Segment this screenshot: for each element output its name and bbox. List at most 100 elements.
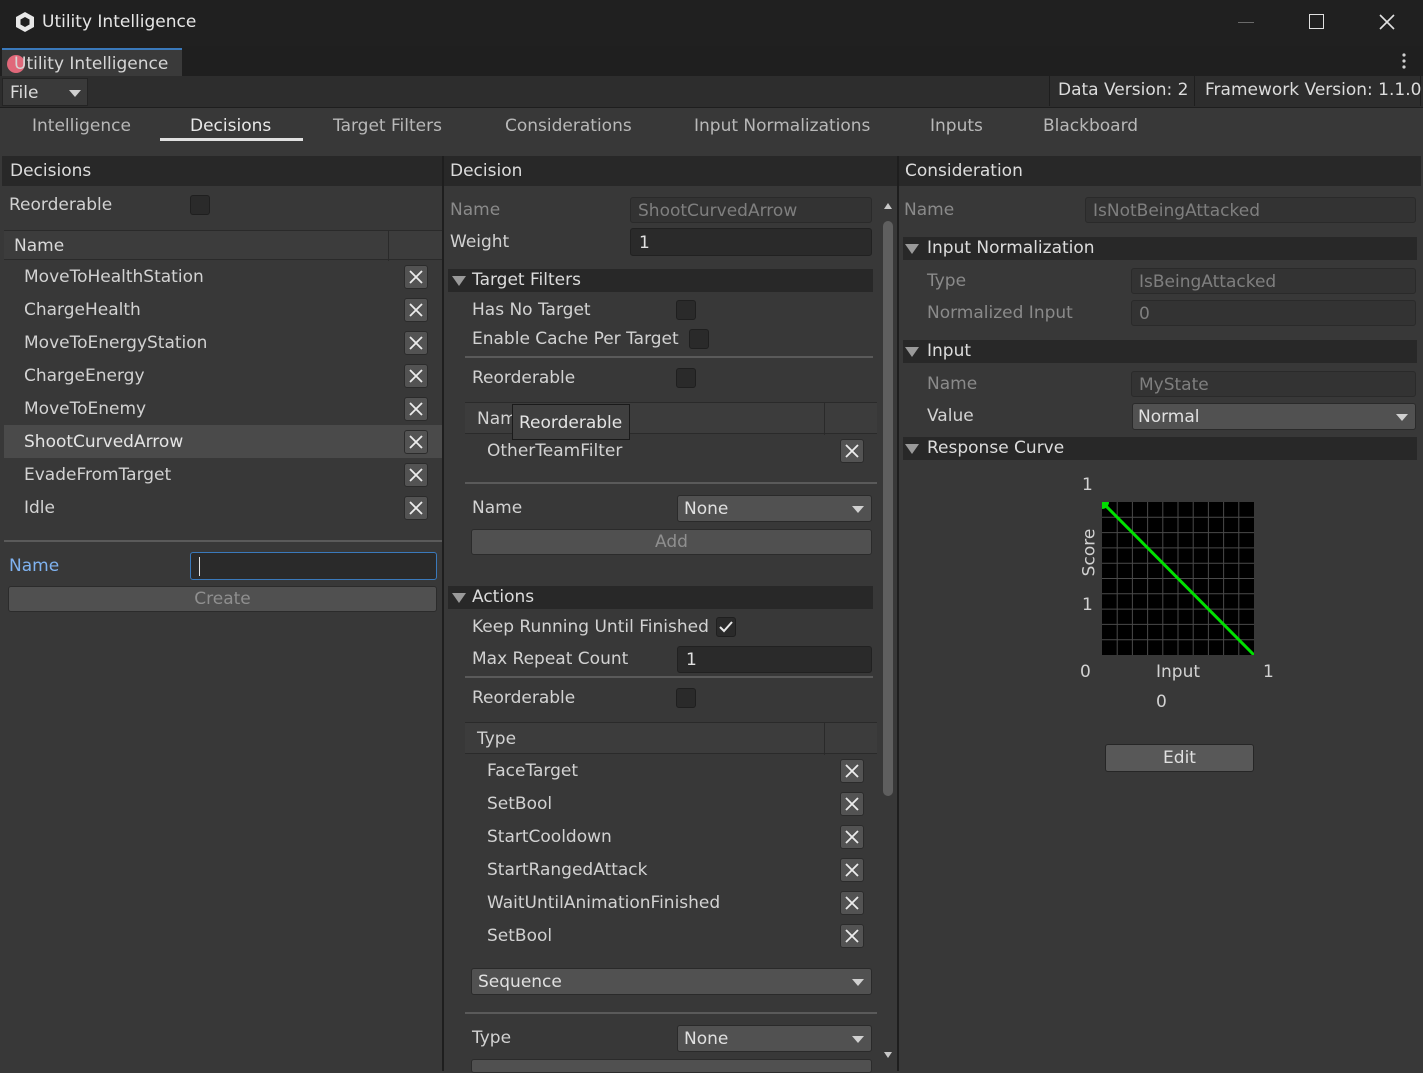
list-item[interactable]: ChargeEnergy bbox=[4, 359, 442, 392]
keep-running-checkbox[interactable] bbox=[716, 617, 736, 637]
window-tab[interactable]: Utility Intelligence bbox=[2, 48, 182, 76]
tab-inputs[interactable]: Inputs bbox=[930, 118, 983, 135]
add-button[interactable]: Add bbox=[471, 529, 872, 555]
actions-foldout[interactable]: Actions bbox=[448, 586, 873, 609]
max-repeat-label: Max Repeat Count bbox=[472, 649, 629, 669]
decision-panel: Decision Name ShootCurvedArrow Weight 1 … bbox=[444, 156, 899, 1073]
edit-button[interactable]: Edit bbox=[1105, 744, 1254, 772]
remove-button[interactable] bbox=[404, 364, 428, 388]
tooltip: Reorderable bbox=[512, 404, 630, 440]
remove-button[interactable] bbox=[840, 439, 864, 463]
remove-button[interactable] bbox=[840, 858, 864, 882]
list-item[interactable]: Idle bbox=[4, 491, 442, 524]
list-item[interactable]: WaitUntilAnimationFinished bbox=[465, 886, 877, 919]
input-normalization-foldout[interactable]: Input Normalization bbox=[903, 237, 1417, 260]
remove-button[interactable] bbox=[840, 891, 864, 915]
text-cursor bbox=[199, 557, 200, 576]
scroll-down-icon[interactable] bbox=[883, 1051, 893, 1059]
actions-list-divider bbox=[465, 1012, 877, 1014]
list-item[interactable]: ChargeHealth bbox=[4, 293, 442, 326]
scroll-up-icon[interactable] bbox=[883, 202, 893, 210]
tab-input-normalizations[interactable]: Input Normalizations bbox=[694, 118, 870, 135]
minimize-icon[interactable] bbox=[1238, 22, 1254, 23]
remove-button[interactable] bbox=[404, 463, 428, 487]
actions-reorderable-checkbox[interactable] bbox=[676, 688, 696, 708]
tf-reorderable-label: Reorderable bbox=[472, 368, 576, 388]
reorderable-label: Reorderable bbox=[9, 195, 113, 215]
column-divider bbox=[388, 231, 389, 261]
actions-type-dropdown[interactable]: None bbox=[677, 1025, 872, 1052]
tab-decisions[interactable]: Decisions bbox=[190, 118, 271, 135]
remove-button[interactable] bbox=[840, 792, 864, 816]
target-filters-foldout[interactable]: Target Filters bbox=[448, 269, 873, 292]
list-item[interactable]: OtherTeamFilter bbox=[465, 436, 877, 469]
weight-input[interactable]: 1 bbox=[630, 228, 872, 256]
close-icon bbox=[409, 270, 423, 284]
tf-reorderable-checkbox[interactable] bbox=[676, 368, 696, 388]
file-menu[interactable]: File bbox=[2, 78, 88, 106]
tab-target-filters[interactable]: Target Filters bbox=[333, 118, 442, 135]
input-value-dropdown[interactable]: Normal bbox=[1132, 403, 1416, 430]
close-icon bbox=[409, 501, 423, 515]
normalized-input-field: 0 bbox=[1131, 300, 1416, 326]
in-type-label: Type bbox=[927, 271, 967, 291]
add-button-label: Add bbox=[655, 532, 688, 552]
remove-button[interactable] bbox=[840, 759, 864, 783]
decisions-header-label: Decisions bbox=[10, 161, 92, 181]
remove-button[interactable] bbox=[404, 265, 428, 289]
close-icon[interactable] bbox=[1379, 14, 1395, 30]
remove-button[interactable] bbox=[840, 825, 864, 849]
remove-button[interactable] bbox=[404, 331, 428, 355]
remove-button[interactable] bbox=[404, 397, 428, 421]
consideration-name-value: IsNotBeingAttacked bbox=[1093, 201, 1260, 221]
reorderable-checkbox[interactable] bbox=[190, 195, 210, 215]
remove-button[interactable] bbox=[404, 430, 428, 454]
input-name-label: Name bbox=[927, 374, 978, 394]
remove-button[interactable] bbox=[404, 298, 428, 322]
sequence-dropdown[interactable]: Sequence bbox=[471, 968, 872, 995]
list-item-label: Idle bbox=[24, 498, 55, 518]
enable-cache-checkbox[interactable] bbox=[689, 329, 709, 349]
actions-list: FaceTarget SetBool StartCooldown StartRa… bbox=[465, 754, 877, 952]
toolbar: File Data Version: 2 Framework Version: … bbox=[0, 76, 1423, 108]
max-repeat-input[interactable]: 1 bbox=[677, 646, 872, 673]
name-input[interactable] bbox=[190, 552, 437, 580]
tab-intelligence[interactable]: Intelligence bbox=[32, 118, 131, 135]
list-item-selected[interactable]: ShootCurvedArrow bbox=[4, 425, 442, 458]
decision-header-label: Decision bbox=[450, 161, 523, 181]
checkmark-icon bbox=[719, 621, 733, 633]
list-item[interactable]: MoveToEnemy bbox=[4, 392, 442, 425]
scrollbar[interactable] bbox=[880, 196, 896, 1071]
tf-name-dropdown[interactable]: None bbox=[677, 495, 872, 522]
list-item[interactable]: StartRangedAttack bbox=[465, 853, 877, 886]
in-type-value: IsBeingAttacked bbox=[1139, 272, 1277, 292]
tab-bar: Intelligence Decisions Target Filters Co… bbox=[0, 108, 1423, 156]
title-bar: Utility Intelligence bbox=[0, 0, 1423, 46]
has-no-target-checkbox[interactable] bbox=[676, 300, 696, 320]
remove-button[interactable] bbox=[404, 496, 428, 520]
more-options-icon[interactable] bbox=[1401, 52, 1407, 70]
create-button[interactable]: Create bbox=[8, 586, 437, 612]
y-axis-top-label: 1 bbox=[1082, 475, 1093, 495]
list-item[interactable]: EvadeFromTarget bbox=[4, 458, 442, 491]
list-item[interactable]: FaceTarget bbox=[465, 754, 877, 787]
response-curve-foldout[interactable]: Response Curve bbox=[903, 437, 1417, 460]
list-item[interactable]: SetBool bbox=[465, 787, 877, 820]
input-foldout[interactable]: Input bbox=[903, 340, 1417, 363]
tab-considerations[interactable]: Considerations bbox=[505, 118, 632, 135]
close-icon bbox=[845, 929, 859, 943]
list-item[interactable]: SetBool bbox=[465, 919, 877, 952]
list-item[interactable]: MoveToEnergyStation bbox=[4, 326, 442, 359]
list-item[interactable]: StartCooldown bbox=[465, 820, 877, 853]
remove-button[interactable] bbox=[840, 924, 864, 948]
list-item[interactable]: MoveToHealthStation bbox=[4, 260, 442, 293]
unity-logo-icon bbox=[16, 12, 34, 32]
tab-blackboard[interactable]: Blackboard bbox=[1043, 118, 1138, 135]
close-icon bbox=[409, 468, 423, 482]
chevron-down-icon bbox=[852, 506, 864, 513]
maximize-icon[interactable] bbox=[1309, 14, 1324, 29]
response-curve-graph[interactable] bbox=[1102, 502, 1254, 655]
scrollbar-thumb[interactable] bbox=[883, 221, 893, 796]
actions-reorderable-label: Reorderable bbox=[472, 688, 576, 708]
decisions-header: Decisions bbox=[2, 156, 442, 186]
